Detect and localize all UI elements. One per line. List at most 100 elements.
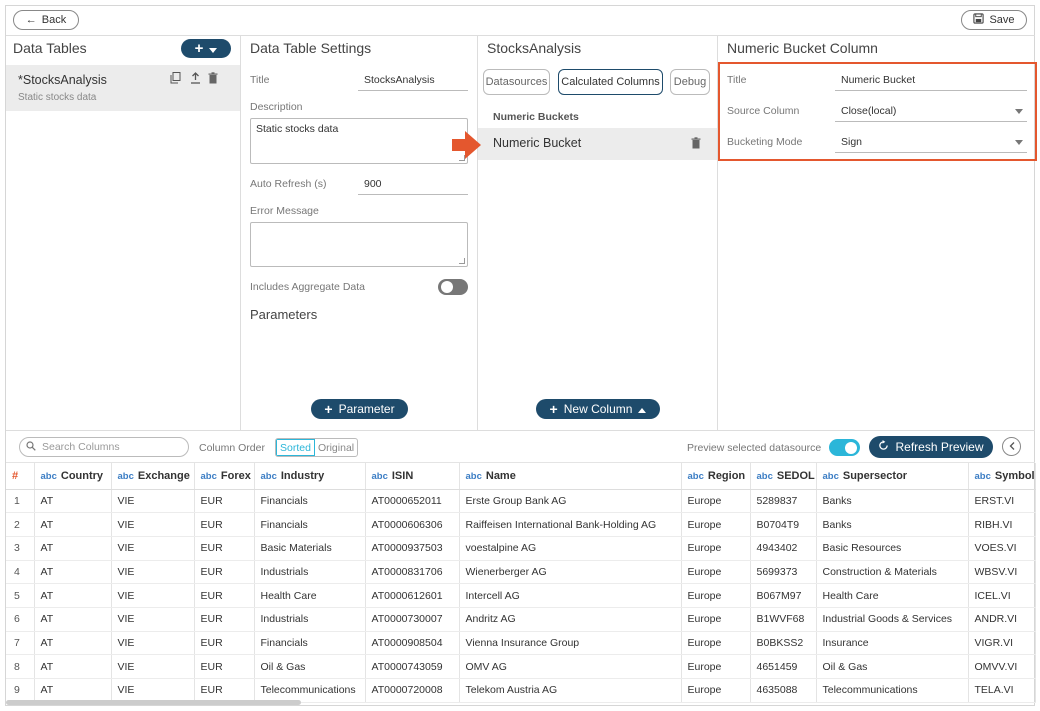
stocks-title: StocksAnalysis [487,40,582,56]
settings-title-underline [358,90,468,91]
type-tag: abc [117,470,134,482]
table-cell: Europe [681,489,751,514]
table-cell: 3 [6,536,35,561]
column-header[interactable]: abc Country [34,463,112,490]
type-tag: abc [974,470,991,482]
auto-refresh-input[interactable]: 900 [364,178,468,190]
column-header[interactable]: abc ISIN [365,463,460,490]
table-cell: EUR [194,536,255,561]
collapse-button[interactable] [1002,437,1021,456]
table-body: 1 AT VIE EUR Financials AT0000652011 Erste Gro… [6,489,1036,703]
column-header[interactable]: abc Symbol [968,463,1036,490]
new-column-button[interactable]: + New Column [536,399,660,419]
table-row[interactable]: 1 AT VIE EUR Financials AT0000652011 Erste Gro… [6,489,1036,514]
error-message-textarea[interactable] [250,222,468,267]
column-header[interactable]: abc Forex [194,463,255,490]
data-table-item[interactable]: *StocksAnalysis Static stocks data [6,65,240,111]
table-row[interactable]: 8 AT VIE EUR Oil & Gas AT0000743059 OMV AG Euro… [6,654,1036,679]
bucketing-mode-select[interactable]: Sign [841,136,1011,148]
source-caret-icon[interactable] [1015,109,1023,114]
table-row[interactable]: 7 AT VIE EUR Financials AT0000908504 Vienna In… [6,631,1036,656]
table-cell: RIBH.VI [968,512,1036,537]
table-cell: Raiffeisen International Bank-Holding AG [459,512,682,537]
parameter-button-label: Parameter [338,402,395,416]
back-button[interactable]: ← Back [13,10,79,30]
settings-title-input[interactable]: StocksAnalysis [364,74,468,86]
auto-refresh-underline [358,194,468,195]
trash-icon[interactable] [690,137,702,149]
horizontal-scrollbar[interactable] [6,700,301,705]
tab-datasources[interactable]: Datasources [483,69,550,95]
type-tag: abc [465,470,482,482]
column-header[interactable]: abc Industry [254,463,366,490]
table-cell: VIE [111,678,195,703]
search-columns-input[interactable]: Search Columns [19,437,189,457]
table-cell: EUR [194,583,255,608]
table-cell: VIE [111,560,195,585]
table-cell: Financials [254,489,366,514]
refresh-icon [878,440,889,454]
new-column-label: New Column [563,402,633,416]
type-tag: abc [371,470,388,482]
table-cell: Health Care [816,583,969,608]
table-row[interactable]: 9 AT VIE EUR Telecommunications AT0000720008 T… [6,678,1036,703]
tab-debug[interactable]: Debug [670,69,710,95]
trash-icon[interactable] [207,72,219,84]
mode-caret-icon[interactable] [1015,140,1023,145]
table-cell: AT [34,560,112,585]
column-header[interactable]: abc Region [681,463,751,490]
table-row[interactable]: 3 AT VIE EUR Basic Materials AT0000937503 voes… [6,536,1036,561]
type-tag: abc [260,470,277,482]
description-value: Static stocks data [256,123,339,135]
numeric-bucket-item[interactable]: Numeric Bucket [478,128,717,160]
column-header[interactable]: abc Exchange [111,463,195,490]
resize-handle[interactable] [459,258,465,264]
table-cell: EUR [194,654,255,679]
bucket-title: Numeric Bucket Column [727,40,878,56]
table-cell: AT [34,678,112,703]
table-cell: Europe [681,631,751,656]
add-parameter-button[interactable]: + Parameter [311,399,408,419]
save-button[interactable]: Save [961,10,1027,30]
column-header[interactable]: abc Supersector [816,463,969,490]
table-row[interactable]: 6 AT VIE EUR Industrials AT0000730007 Andritz … [6,607,1036,632]
table-cell: EUR [194,631,255,656]
column-order-label: Column Order [199,442,265,454]
table-cell: Health Care [254,583,366,608]
aggregate-toggle[interactable] [438,279,468,295]
refresh-preview-label: Refresh Preview [895,440,984,454]
column-header[interactable]: abc SEDOL [750,463,817,490]
preview-toggle[interactable] [829,439,860,456]
table-row[interactable]: 4 AT VIE EUR Industrials AT0000831706 Wienerbe… [6,560,1036,585]
column-header[interactable]: abc Name [459,463,682,490]
table-cell: 4 [6,560,35,585]
table-cell: AT0000908504 [365,631,460,656]
table-row[interactable]: 5 AT VIE EUR Health Care AT0000612601 Intercel… [6,583,1036,608]
bucket-title-input[interactable]: Numeric Bucket [841,74,1026,86]
numeric-buckets-section: Numeric Buckets [493,111,579,123]
add-data-table-button[interactable]: + [181,39,231,58]
table-cell: Industrials [254,560,366,585]
refresh-preview-button[interactable]: Refresh Preview [869,436,993,458]
type-tag: abc [822,470,839,482]
table-cell: Europe [681,536,751,561]
table-cell: AT0000730007 [365,607,460,632]
mode-underline [835,152,1027,153]
original-option[interactable]: Original [315,439,357,456]
table-cell: AT0000720008 [365,678,460,703]
table-cell: ANDR.VI [968,607,1036,632]
table-cell: VIE [111,489,195,514]
copy-icon[interactable] [169,72,181,84]
table-cell: Banks [816,489,969,514]
index-header: # [6,463,35,490]
table-cell: AT [34,631,112,656]
upload-icon[interactable] [189,72,201,84]
sorted-option[interactable]: Sorted [276,439,315,456]
tab-calculated-columns[interactable]: Calculated Columns [558,69,663,95]
table-cell: AT0000652011 [365,489,460,514]
source-column-select[interactable]: Close(local) [841,105,1011,117]
search-icon [26,440,36,454]
table-row[interactable]: 2 AT VIE EUR Financials AT0000606306 Raiffeise… [6,512,1036,537]
description-textarea[interactable]: Static stocks data [250,118,468,164]
table-cell: AT [34,489,112,514]
